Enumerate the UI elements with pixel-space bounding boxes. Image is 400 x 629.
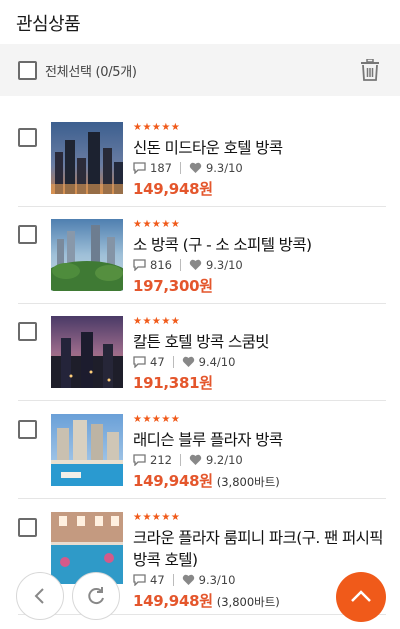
divider — [18, 303, 386, 304]
star-rating: ★★★★★ — [133, 122, 181, 133]
divider — [18, 400, 386, 401]
divider — [18, 498, 386, 499]
chevron-left-icon — [34, 588, 44, 604]
rating-score: 9.3/10 — [198, 573, 236, 587]
review-count: 816 — [150, 258, 172, 272]
page-title: 관심상품 — [16, 14, 81, 35]
chevron-up-icon — [351, 590, 371, 602]
price: 149,948원 — [133, 592, 213, 610]
review-count: 47 — [150, 573, 165, 587]
review-meta: 187 9.3/10 — [133, 159, 388, 177]
comment-icon — [133, 356, 146, 368]
refresh-button[interactable] — [72, 572, 120, 620]
comment-icon — [133, 454, 146, 466]
heart-icon — [189, 259, 202, 270]
hotel-name[interactable]: 신돈 미드타운 호텔 방콕 — [133, 137, 388, 159]
app-header: 관심상품 — [0, 0, 400, 44]
item-checkbox[interactable] — [18, 518, 37, 537]
star-rating: ★★★★★ — [133, 219, 181, 230]
comment-icon — [133, 162, 146, 174]
divider — [18, 206, 386, 207]
price: 197,300원 — [133, 277, 213, 295]
comment-icon — [133, 259, 146, 271]
item-checkbox[interactable] — [18, 322, 37, 341]
heart-icon — [189, 162, 202, 173]
review-meta: 47 9.4/10 — [133, 353, 388, 371]
star-rating: ★★★★★ — [133, 316, 181, 327]
select-all-checkbox[interactable] — [18, 60, 37, 80]
star-rating: ★★★★★ — [133, 414, 181, 425]
review-count: 212 — [150, 453, 172, 467]
scroll-top-button[interactable] — [336, 572, 386, 622]
review-meta: 816 9.3/10 — [133, 256, 388, 274]
price: 191,381원 — [133, 374, 213, 392]
selection-toolbar: 전체선택 (0/5개) — [0, 44, 400, 96]
trash-icon[interactable] — [360, 59, 380, 81]
heart-icon — [182, 574, 194, 585]
price: 149,948원 — [133, 472, 213, 490]
heart-icon — [182, 356, 194, 367]
back-button[interactable] — [16, 572, 64, 620]
hotel-name[interactable]: 크라운 플라자 룸피니 파크(구. 팬 퍼시픽 방콕 호텔) — [133, 527, 388, 571]
review-count: 47 — [150, 355, 165, 369]
star-rating: ★★★★★ — [133, 512, 181, 523]
refresh-icon — [88, 587, 104, 605]
comment-icon — [133, 574, 146, 586]
hotel-photo[interactable] — [51, 414, 123, 486]
review-meta: 212 9.2/10 — [133, 451, 388, 469]
rating-score: 9.3/10 — [205, 161, 243, 175]
price-baht: (3,800바트) — [216, 475, 280, 489]
hotel-name[interactable]: 칼튼 호텔 방콕 스쿰빗 — [133, 331, 388, 353]
price: 149,948원 — [133, 180, 213, 198]
rating-score: 9.3/10 — [205, 258, 243, 272]
item-checkbox[interactable] — [18, 225, 37, 244]
hotel-photo[interactable] — [51, 316, 123, 388]
select-all-label[interactable]: 전체선택 (0/5개) — [45, 61, 137, 80]
review-count: 187 — [150, 161, 172, 175]
rating-score: 9.2/10 — [205, 453, 243, 467]
heart-icon — [189, 454, 202, 465]
hotel-name[interactable]: 래디슨 블루 플라자 방콕 — [133, 429, 388, 451]
item-checkbox[interactable] — [18, 128, 37, 147]
hotel-name[interactable]: 소 방콕 (구 - 소 소피텔 방콕) — [133, 234, 388, 256]
hotel-photo[interactable] — [51, 219, 123, 291]
price-baht: (3,800바트) — [216, 595, 280, 609]
item-checkbox[interactable] — [18, 420, 37, 439]
rating-score: 9.4/10 — [198, 355, 236, 369]
hotel-photo[interactable] — [51, 122, 123, 194]
divider — [18, 614, 386, 615]
